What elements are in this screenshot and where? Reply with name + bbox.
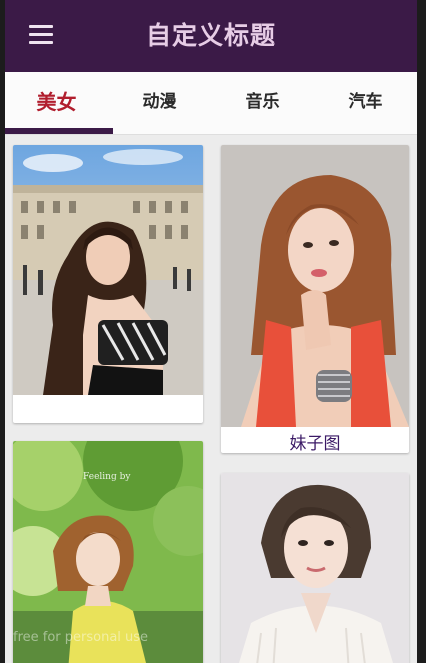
page-title: 自定义标题 bbox=[145, 21, 276, 50]
tab-cars[interactable]: 汽车 bbox=[314, 72, 417, 134]
tab-music[interactable]: 音乐 bbox=[211, 72, 314, 134]
watermark-text: free for personal use bbox=[13, 630, 149, 645]
tab-beauty[interactable]: 美女 bbox=[5, 72, 108, 134]
image-caption: 妹子图 bbox=[289, 434, 341, 453]
image-grid: 妹子图 Feeling by bbox=[5, 135, 417, 663]
image-card[interactable]: 妹子图 bbox=[221, 145, 409, 453]
image-card[interactable] bbox=[221, 473, 409, 663]
woman-paris-palace-photo bbox=[13, 145, 203, 395]
app-bar: 自定义标题 bbox=[5, 0, 417, 72]
tab-indicator bbox=[5, 128, 113, 134]
svg-text:Feeling by: Feeling by bbox=[83, 472, 131, 482]
tab-anime[interactable]: 动漫 bbox=[108, 72, 211, 134]
window-edge-right bbox=[417, 0, 426, 663]
tab-bar: 美女 动漫 音乐 汽车 bbox=[5, 72, 417, 135]
woman-white-sweater-photo bbox=[221, 473, 409, 663]
app-screen: 自定义标题 美女 动漫 音乐 汽车 妹子图 Feeling by free fo… bbox=[5, 0, 417, 663]
image-card[interactable] bbox=[13, 145, 203, 423]
woman-red-top-photo bbox=[221, 145, 409, 427]
